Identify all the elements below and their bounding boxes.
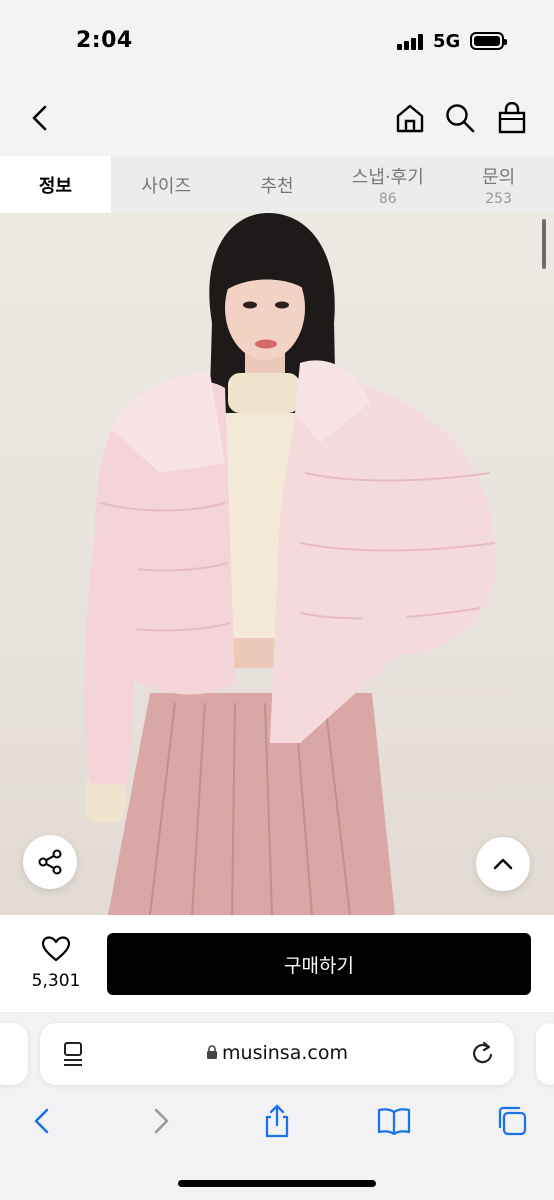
status-time: 2:04 xyxy=(76,28,133,53)
battery-icon xyxy=(470,32,507,50)
browser-bottom-bar: musinsa.com xyxy=(0,1013,554,1200)
model-illustration xyxy=(84,213,496,915)
browser-back-icon[interactable] xyxy=(22,1101,62,1141)
tab-count: 86 xyxy=(378,190,397,207)
shopping-bag-icon[interactable] xyxy=(494,100,530,136)
network-label: 5G xyxy=(433,31,461,52)
chevron-up-icon[interactable] xyxy=(476,837,530,891)
previous-tab-preview[interactable] xyxy=(0,1023,28,1085)
purchase-bar: 5,301 구매하기 xyxy=(0,915,554,1013)
buy-button[interactable]: 구매하기 xyxy=(107,933,531,995)
share-icon[interactable] xyxy=(23,835,77,889)
browser-forward-icon[interactable] xyxy=(141,1101,181,1141)
back-icon[interactable] xyxy=(22,100,58,136)
tab-recommend[interactable]: 추천 xyxy=(222,156,333,213)
next-tab-preview[interactable] xyxy=(536,1023,554,1085)
scroll-indicator xyxy=(542,219,546,269)
tab-inquiry[interactable]: 문의 253 xyxy=(443,156,554,213)
tab-label: 정보 xyxy=(38,175,72,197)
tab-info[interactable]: 정보 xyxy=(0,156,111,213)
search-icon[interactable] xyxy=(442,100,478,136)
url-display[interactable]: musinsa.com xyxy=(40,1042,514,1064)
status-bar: 2:04 5G xyxy=(0,0,554,80)
tab-label: 추천 xyxy=(260,175,294,197)
like-button[interactable]: 5,301 xyxy=(22,935,90,991)
tab-label: 문의 xyxy=(482,166,516,188)
lock-icon xyxy=(207,1045,218,1059)
like-count: 5,301 xyxy=(31,971,81,991)
tab-label: 사이즈 xyxy=(141,175,192,197)
tab-snap-review[interactable]: 스냅·후기 86 xyxy=(332,156,443,213)
browser-share-icon[interactable] xyxy=(257,1101,297,1141)
reload-icon[interactable] xyxy=(470,1040,496,1072)
tab-size[interactable]: 사이즈 xyxy=(111,156,222,213)
address-bar[interactable]: musinsa.com xyxy=(40,1023,514,1085)
tabs-icon[interactable] xyxy=(492,1101,532,1141)
tab-label: 스냅·후기 xyxy=(351,166,424,188)
product-tabs: 정보 사이즈 추천 스냅·후기 86 문의 253 xyxy=(0,156,554,213)
tab-count: 253 xyxy=(485,190,512,207)
heart-icon xyxy=(41,936,71,962)
url-text: musinsa.com xyxy=(222,1042,348,1064)
bookmarks-icon[interactable] xyxy=(374,1101,414,1141)
top-nav xyxy=(0,80,554,156)
home-indicator xyxy=(178,1180,376,1187)
home-icon[interactable] xyxy=(392,100,428,136)
product-image xyxy=(0,213,554,915)
signal-icon xyxy=(397,34,423,50)
